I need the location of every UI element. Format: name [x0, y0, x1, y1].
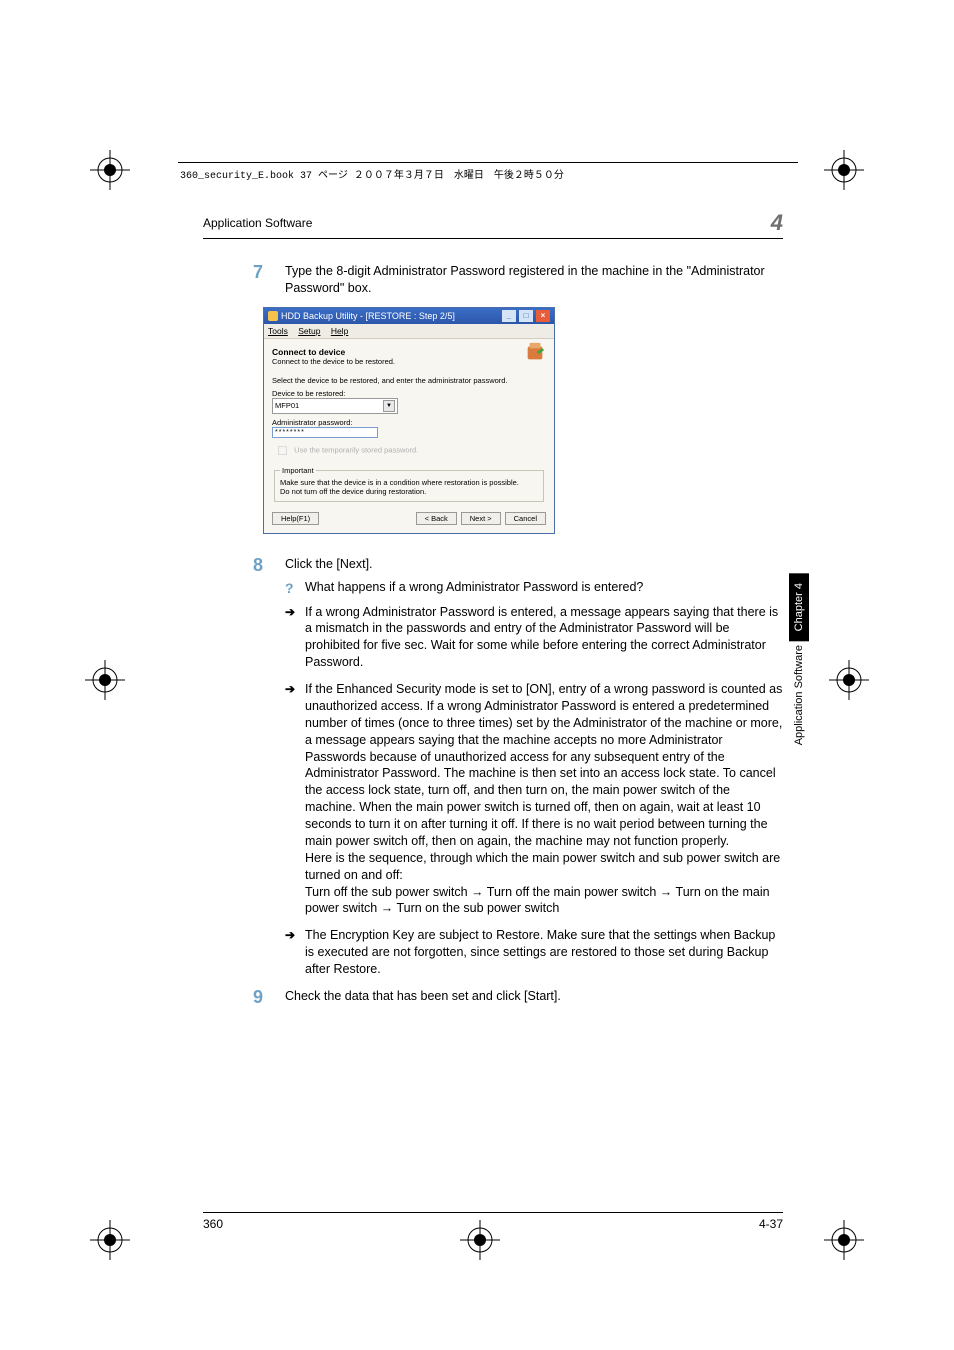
crop-mark-icon [824, 150, 864, 190]
crop-mark-icon [829, 660, 869, 700]
sidebar-chapter: Chapter 4 [789, 573, 809, 641]
menu-setup[interactable]: Setup [298, 326, 320, 336]
use-stored-password-checkbox[interactable] [278, 446, 287, 455]
sidebar-section: Application Software [789, 645, 809, 755]
password-label: Administrator password: [272, 418, 546, 427]
dialog-instruction: Select the device to be restored, and en… [272, 376, 546, 385]
side-tab: Chapter 4 Application Software [789, 573, 809, 756]
close-icon[interactable]: × [536, 310, 550, 322]
answer-text: The Encryption Key are subject to Restor… [305, 927, 783, 978]
crop-mark-icon [824, 1220, 864, 1260]
step-text: Type the 8-digit Administrator Password … [285, 263, 783, 297]
dialog-heading: Connect to device [272, 347, 546, 357]
question-text: What happens if a wrong Administrator Pa… [305, 579, 783, 598]
fieldset-text: Do not turn off the device during restor… [280, 487, 538, 496]
crop-mark-icon [85, 660, 125, 700]
dialog-subheading: Connect to the device to be restored. [272, 357, 546, 366]
menu-help[interactable]: Help [331, 326, 348, 336]
answer-text: If a wrong Administrator Password is ent… [305, 604, 783, 672]
minimize-icon[interactable]: _ [502, 310, 516, 322]
password-input[interactable]: ******** [272, 427, 378, 438]
arrow-icon: ➔ [285, 604, 305, 672]
question-mark-icon: ? [285, 579, 305, 598]
step-number: 9 [203, 988, 285, 1008]
step-text: Click the [Next]. [285, 556, 783, 573]
device-icon [524, 341, 546, 363]
device-label: Device to be restored: [272, 389, 546, 398]
crop-mark-icon [90, 150, 130, 190]
crop-mark-icon [90, 1220, 130, 1260]
device-dropdown[interactable]: MFP01 ▼ [272, 398, 398, 414]
footer-right: 4-37 [759, 1217, 783, 1231]
app-icon [268, 311, 278, 321]
step-number: 7 [203, 263, 285, 297]
page-footer: 360 4-37 [203, 1212, 783, 1231]
dialog-titlebar: HDD Backup Utility - [RESTORE : Step 2/5… [264, 308, 554, 324]
cancel-button[interactable]: Cancel [505, 512, 546, 525]
step-number: 8 [203, 556, 285, 978]
answer-text: If the Enhanced Security mode is set to … [305, 681, 783, 917]
dialog-title: HDD Backup Utility - [RESTORE : Step 2/5… [281, 311, 455, 321]
device-value: MFP01 [275, 401, 299, 410]
menu-bar: Tools Setup Help [264, 324, 554, 339]
help-button[interactable]: Help(F1) [272, 512, 319, 525]
fieldset-legend: Important [280, 466, 316, 475]
footer-left: 360 [203, 1217, 223, 1231]
next-button[interactable]: Next > [461, 512, 501, 525]
checkbox-label: Use the temporarily stored password. [294, 445, 418, 454]
menu-tools[interactable]: Tools [268, 326, 288, 336]
important-fieldset: Important Make sure that the device is i… [274, 466, 544, 502]
arrow-icon: ➔ [285, 927, 305, 978]
fieldset-text: Make sure that the device is in a condit… [280, 478, 538, 487]
maximize-icon[interactable]: □ [519, 310, 533, 322]
step-text: Check the data that has been set and cli… [285, 988, 783, 1008]
header-rule [178, 162, 798, 163]
source-file-header: 360_security_E.book 37 ページ ２００７年３月７日 水曜日… [180, 166, 564, 182]
dialog-screenshot: HDD Backup Utility - [RESTORE : Step 2/5… [263, 307, 555, 534]
arrow-icon: ➔ [285, 681, 305, 917]
chevron-down-icon[interactable]: ▼ [383, 400, 395, 412]
section-title: Application Software [203, 216, 312, 230]
chapter-number: 4 [771, 210, 783, 236]
running-header: Application Software 4 [203, 210, 783, 239]
back-button[interactable]: < Back [416, 512, 457, 525]
